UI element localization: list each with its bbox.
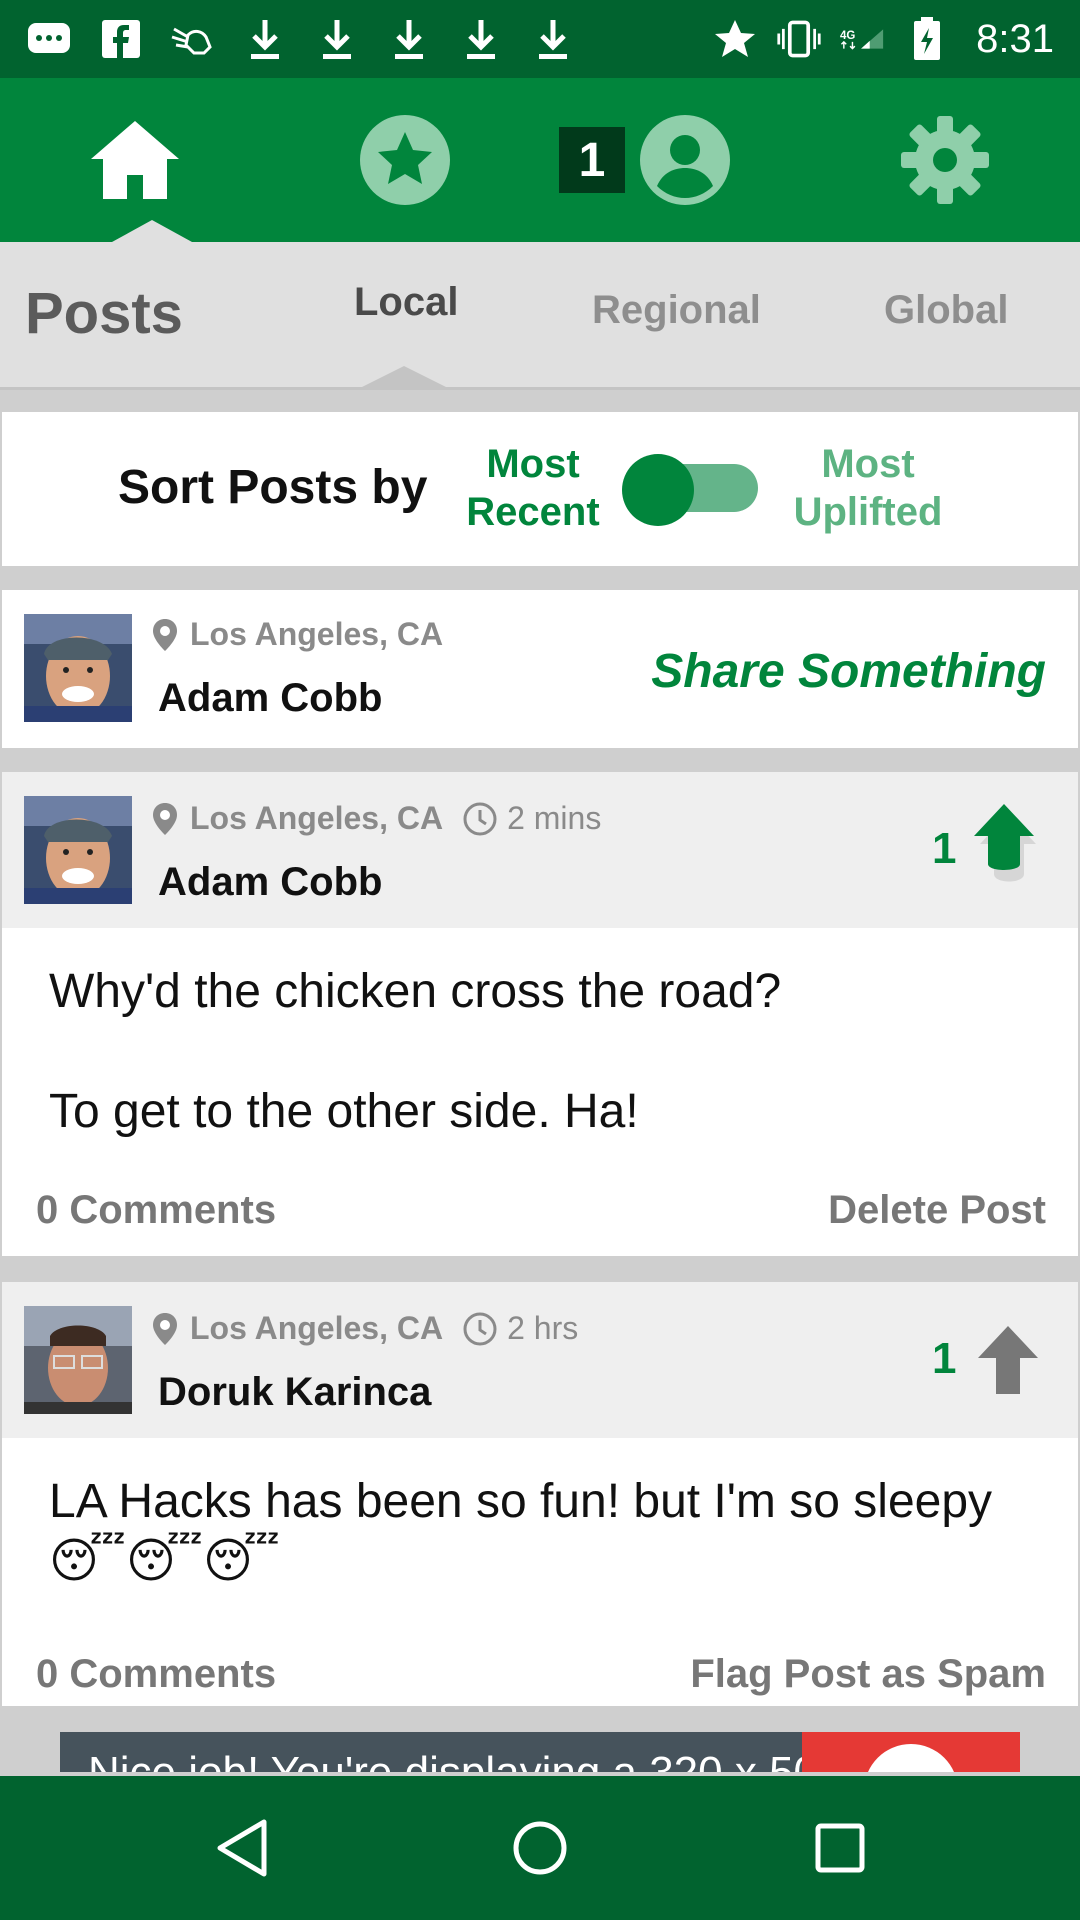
post-header: Los Angeles, CA 2 hrs Doruk Karinca 1 xyxy=(2,1282,1078,1438)
hand-wave-icon xyxy=(170,16,216,62)
upvote-arrow-icon xyxy=(974,804,1036,882)
toggle-knob xyxy=(622,454,694,526)
author-name: Doruk Karinca xyxy=(158,1370,432,1414)
page-title: Posts xyxy=(25,281,183,346)
ad-banner[interactable]: Nice job! You're displaying a 320 x 50 xyxy=(60,1732,1020,1772)
tab-local[interactable]: Local xyxy=(354,280,458,325)
author-name: Adam Cobb xyxy=(158,676,383,720)
download-icon xyxy=(242,16,288,62)
home-circle-icon xyxy=(513,1821,567,1875)
star-circle-icon xyxy=(360,115,450,205)
comments-link[interactable]: 0 Comments xyxy=(36,1188,276,1233)
vote-count: 1 xyxy=(932,824,957,873)
system-nav-bar xyxy=(0,1776,1080,1920)
sort-label: Sort Posts by xyxy=(118,461,428,514)
messenger-icon xyxy=(26,16,72,62)
flag-spam-button[interactable]: Flag Post as Spam xyxy=(690,1652,1046,1697)
download-icon xyxy=(314,16,360,62)
location-pin-icon xyxy=(153,618,177,651)
posts-scope-bar: Posts Local Regional Global xyxy=(0,242,1080,390)
app-toolbar: 1 xyxy=(0,78,1080,242)
post-card: Los Angeles, CA 2 mins Adam Cobb 1 Why'd… xyxy=(2,772,1078,1256)
author-name: Adam Cobb xyxy=(158,860,383,904)
location-pin-icon xyxy=(153,802,177,835)
share-card: Los Angeles, CA Adam Cobb Share Somethin… xyxy=(2,590,1078,748)
location-meta: Los Angeles, CA 2 hrs xyxy=(152,1310,578,1347)
scope-tab-indicator xyxy=(356,366,452,390)
notification-badge: 1 xyxy=(559,127,625,193)
nav-home-button[interactable] xyxy=(470,1776,610,1920)
tab-global[interactable]: Global xyxy=(884,288,1008,333)
vibrate-icon xyxy=(776,16,822,62)
battery-charging-icon xyxy=(904,16,950,62)
ad-logo xyxy=(802,1732,1020,1772)
clock-icon xyxy=(463,1312,497,1345)
clock-icon xyxy=(463,802,497,835)
upvote-button[interactable] xyxy=(972,802,1042,897)
location-text: Los Angeles, CA xyxy=(190,1310,444,1346)
sort-option-most-uplifted[interactable]: Most Uplifted xyxy=(788,440,948,536)
lte-signal-icon: 4G xyxy=(840,16,886,62)
home-icon xyxy=(91,121,179,199)
back-icon xyxy=(217,1819,267,1877)
location-text: Los Angeles, CA xyxy=(190,616,444,652)
post-header: Los Angeles, CA 2 mins Adam Cobb 1 xyxy=(2,772,1078,928)
favorites-tab-button[interactable] xyxy=(330,78,480,242)
sort-card: Sort Posts by Most Recent Most Uplifted xyxy=(2,412,1078,566)
post-card: Los Angeles, CA 2 hrs Doruk Karinca 1 LA… xyxy=(2,1282,1078,1706)
status-time: 8:31 xyxy=(976,16,1054,61)
post-body: LA Hacks has been so fun! but I'm so sle… xyxy=(49,1475,993,1588)
post-time: 2 hrs xyxy=(463,1310,578,1347)
comments-link[interactable]: 0 Comments xyxy=(36,1652,276,1697)
facebook-icon xyxy=(98,16,144,62)
star-icon xyxy=(712,16,758,62)
avatar[interactable] xyxy=(24,614,132,722)
ad-text: Nice job! You're displaying a 320 x 50 xyxy=(88,1748,818,1772)
svg-text:4G: 4G xyxy=(840,30,855,42)
tab-regional[interactable]: Regional xyxy=(592,288,761,333)
time-text: 2 hrs xyxy=(507,1310,579,1346)
home-tab-button[interactable] xyxy=(60,78,210,242)
post-time: 2 mins xyxy=(463,800,601,837)
download-icon xyxy=(458,16,504,62)
avatar[interactable] xyxy=(24,1306,132,1414)
settings-tab-button[interactable] xyxy=(870,78,1020,242)
nav-back-button[interactable] xyxy=(172,1776,312,1920)
status-bar: 4G 8:31 xyxy=(0,0,1080,78)
location-text: Los Angeles, CA xyxy=(190,800,444,836)
profile-tab-button[interactable]: 1 xyxy=(555,78,735,242)
sort-toggle[interactable] xyxy=(622,454,758,526)
location-pin-icon xyxy=(153,1312,177,1345)
upvote-arrow-icon xyxy=(978,1326,1038,1394)
vote-count: 1 xyxy=(932,1334,957,1383)
sort-option-most-recent[interactable]: Most Recent xyxy=(454,440,612,536)
download-icon xyxy=(386,16,432,62)
share-something-button[interactable]: Share Something xyxy=(651,644,1046,699)
active-tab-indicator xyxy=(112,220,192,242)
recents-icon xyxy=(815,1823,865,1873)
location-meta: Los Angeles, CA xyxy=(152,616,443,653)
download-icon xyxy=(530,16,576,62)
upvote-button[interactable] xyxy=(976,1324,1040,1401)
post-body: Why'd the chicken cross the road? To get… xyxy=(49,965,782,1138)
nav-recents-button[interactable] xyxy=(770,1776,910,1920)
app-screen: 4G 8:31 1 Posts Local Regional Global So… xyxy=(0,0,1080,1920)
settings-icon xyxy=(901,116,989,204)
time-text: 2 mins xyxy=(507,800,602,836)
profile-icon xyxy=(640,115,730,205)
location-meta: Los Angeles, CA 2 mins xyxy=(152,800,601,837)
delete-post-button[interactable]: Delete Post xyxy=(828,1188,1046,1233)
avatar[interactable] xyxy=(24,796,132,904)
